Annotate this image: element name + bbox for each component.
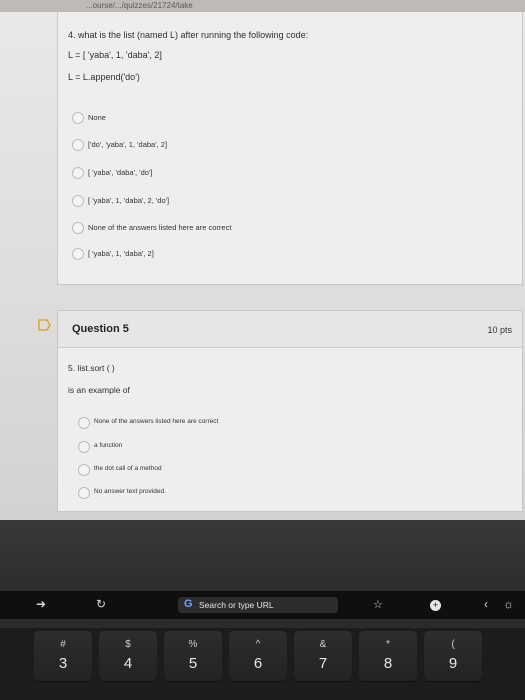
answer-option-label: No answer text provided.	[94, 488, 166, 495]
question-5-prompt-line-2: is an example of	[68, 385, 130, 395]
question-5-prompt-line-1: 5. list.sort ( )	[68, 363, 115, 373]
question-4-prompt: 4. what is the list (named L) after runn…	[68, 30, 309, 40]
answer-option-label: [ 'yaba', 1, 'daba', 2]	[88, 249, 154, 258]
radio-button[interactable]	[78, 464, 90, 476]
quiz-page: 4. what is the list (named L) after runn…	[0, 12, 525, 520]
answer-option-label: the dot call of a method	[94, 465, 162, 472]
answer-option-label: [ 'yaba', 'daba', 'do']	[88, 168, 153, 177]
points-label: 10 pts	[487, 325, 512, 335]
reload-icon[interactable]: ↻	[96, 597, 106, 611]
answer-option-label: None of the answers listed here are corr…	[88, 223, 232, 232]
key-symbol: *	[386, 639, 390, 650]
answer-option-label: None	[88, 113, 106, 122]
search-url-button[interactable]: G Search or type URL	[178, 597, 338, 613]
browser-url-bar[interactable]: ...ourse/.../quizzes/21724/take	[0, 0, 525, 12]
answer-option-label: a function	[94, 442, 123, 449]
key-5[interactable]: % 5	[164, 631, 222, 681]
search-url-label: Search or type URL	[199, 600, 274, 610]
key-4[interactable]: $ 4	[99, 631, 157, 681]
key-symbol: %	[188, 639, 198, 650]
key-number: 9	[448, 655, 458, 672]
radio-button[interactable]	[72, 222, 84, 234]
radio-button[interactable]	[72, 112, 84, 124]
key-9[interactable]: ( 9	[424, 631, 482, 681]
back-arrow-icon[interactable]: ‹	[484, 597, 488, 611]
url-text: ...ourse/.../quizzes/21724/take	[86, 1, 193, 10]
google-icon: G	[184, 598, 193, 610]
plus-icon[interactable]: +	[430, 600, 441, 611]
question-5-header: Question 5 10 pts	[58, 311, 522, 348]
key-number: 3	[58, 655, 68, 672]
answer-option-label: [ 'yaba', 1, 'daba', 2, 'do']	[88, 196, 170, 205]
key-symbol: $	[125, 639, 131, 650]
question-5-card: Question 5 10 pts 5. list.sort ( ) is an…	[57, 310, 523, 512]
key-number: 7	[318, 655, 328, 672]
key-7[interactable]: & 7	[294, 631, 352, 681]
star-icon[interactable]: ☆	[373, 598, 383, 611]
answer-option-label: None of the answers listed here are corr…	[94, 418, 219, 425]
brightness-icon[interactable]: ☼	[503, 597, 514, 611]
radio-button[interactable]	[72, 139, 84, 151]
answer-option-label: ['do', 'yaba', 1, 'daba', 2]	[88, 140, 168, 149]
key-number: 5	[188, 655, 198, 672]
key-number: 4	[123, 655, 133, 672]
key-6[interactable]: ^ 6	[229, 631, 287, 681]
radio-button[interactable]	[72, 167, 84, 179]
radio-button[interactable]	[78, 441, 90, 453]
key-number: 6	[253, 655, 263, 672]
key-symbol: &	[319, 639, 327, 650]
key-symbol: #	[60, 639, 66, 650]
radio-button[interactable]	[72, 248, 84, 260]
key-symbol: (	[451, 639, 455, 650]
question-title: Question 5	[72, 323, 129, 335]
radio-button[interactable]	[72, 195, 84, 207]
key-symbol: ^	[255, 639, 261, 650]
key-3[interactable]: # 3	[34, 631, 92, 681]
radio-button[interactable]	[78, 417, 90, 429]
arrow-right-icon[interactable]: ➜	[36, 597, 46, 611]
question-4-code-line-1: L = [ 'yaba', 1, 'daba', 2]	[68, 50, 162, 60]
key-8[interactable]: * 8	[359, 631, 417, 681]
question-4-code-line-2: L = L.append('do')	[68, 72, 140, 82]
flag-question-icon[interactable]	[38, 319, 52, 331]
key-number: 8	[383, 655, 393, 672]
question-4-card: 4. what is the list (named L) after runn…	[57, 12, 523, 285]
radio-button[interactable]	[78, 487, 90, 499]
